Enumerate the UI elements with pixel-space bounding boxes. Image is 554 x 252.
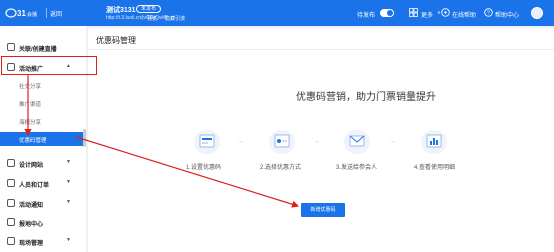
sidebar-subitem-channels[interactable]: 推广渠道: [0, 96, 86, 110]
sidebar-subitem-label: 推广渠道: [19, 102, 42, 108]
people-icon: [7, 179, 15, 187]
sidebar-subitem-coupon[interactable]: 优惠码管理: [0, 132, 86, 146]
logo-icon[interactable]: 31 会播: [5, 7, 45, 19]
svg-text:?: ?: [487, 11, 490, 17]
steps-flow: 1.设置优惠码 → 2.选择优惠方式 → 3.发送给参会人 → 4.查看使用明细: [88, 28, 554, 252]
sidebar-subitem-poster[interactable]: 海报分享: [0, 114, 86, 128]
arrow-right-icon: →: [389, 138, 396, 145]
toggle-knob: [387, 10, 393, 16]
sidebar-item-notice[interactable]: 活动通知 ▼: [0, 196, 86, 210]
add-coupon-button[interactable]: 新增优惠码: [301, 203, 345, 217]
sidebar-item-label: 现场管理: [19, 241, 44, 247]
back-button[interactable]: 返回: [50, 9, 62, 18]
svg-text:31: 31: [17, 9, 26, 18]
sidebar-subitem-social-share[interactable]: 社交分享: [0, 78, 86, 92]
live-icon: [7, 43, 15, 51]
help-center-link[interactable]: 帮助中心: [495, 10, 519, 19]
svg-text:会播: 会播: [27, 11, 37, 18]
choose-type-icon: [269, 130, 295, 154]
send-icon: [344, 130, 370, 154]
preview-link[interactable]: 预览: [147, 15, 157, 22]
chevron-down-icon: ▼: [66, 179, 71, 185]
sidebar-subitem-label: 社交分享: [19, 84, 42, 90]
sidebar-item-label: 关联/创建直播: [19, 47, 57, 53]
sidebar-item-people[interactable]: 人员和订单 ▼: [0, 176, 86, 190]
sidebar-subitem-label: 海报分享: [19, 120, 42, 126]
step-label: 2.选择优惠方式: [260, 165, 302, 171]
hide-link[interactable]: 隐藏引流: [165, 15, 185, 22]
more-icon[interactable]: [409, 8, 418, 17]
event-title: 测试3131: [106, 7, 136, 14]
sidebar-item-label: 设计网站: [19, 163, 44, 169]
chevron-down-icon: ▼: [66, 199, 71, 205]
sidebar-item-label: 人员和订单: [19, 183, 50, 189]
headset-icon[interactable]: [441, 8, 450, 17]
help-icon[interactable]: ?: [484, 8, 493, 17]
sidebar-item-label: 报地中心: [19, 222, 44, 228]
main-panel: 优惠码管理 优惠码营销，助力门票销量提升 1.设置优惠码 → 2.选择优惠方式 …: [88, 28, 554, 252]
status-badge: 未发布: [136, 5, 162, 13]
step-label: 1.设置优惠码: [186, 165, 222, 171]
sidebar-scrollbar[interactable]: [83, 129, 86, 147]
arrow-right-icon: →: [313, 138, 320, 145]
sidebar-item-live[interactable]: 关联/创建直播: [0, 40, 86, 54]
step-label: 4.查看使用明细: [414, 165, 456, 171]
step-label: 3.发送给参会人: [336, 165, 378, 171]
chevron-down-icon: ▼: [66, 159, 71, 165]
more-menu[interactable]: 更多: [421, 10, 433, 19]
detail-chart-icon: [421, 130, 447, 154]
arrow-right-icon: →: [237, 138, 244, 145]
sidebar-item-center[interactable]: 报地中心: [0, 215, 86, 229]
publish-toggle[interactable]: [380, 9, 394, 17]
sidebar-subitem-label: 优惠码管理: [19, 138, 47, 144]
event-url[interactable]: http://t.3.luoli.cn/jvCGrQwW: [106, 15, 167, 21]
site-icon: [7, 237, 15, 245]
top-bar: 31 会播 返回 测试3131 未发布 http://t.3.luoli.cn/…: [0, 0, 554, 26]
avatar[interactable]: [531, 7, 543, 19]
divider: [46, 8, 47, 18]
design-icon: [7, 159, 15, 167]
chevron-down-icon: ▼: [66, 237, 71, 243]
sidebar-item-site[interactable]: 现场管理 ▼: [0, 234, 86, 248]
coupon-setup-icon: [194, 130, 220, 154]
publish-label: 待发布: [357, 13, 376, 19]
sidebar-item-label: 活动通知: [19, 203, 44, 209]
sidebar-item-design[interactable]: 设计网站 ▼: [0, 156, 86, 170]
online-help-link[interactable]: 在线帮助: [452, 10, 476, 19]
center-icon: [7, 218, 15, 226]
notice-icon: [7, 199, 15, 207]
highlight-box: [1, 56, 97, 75]
